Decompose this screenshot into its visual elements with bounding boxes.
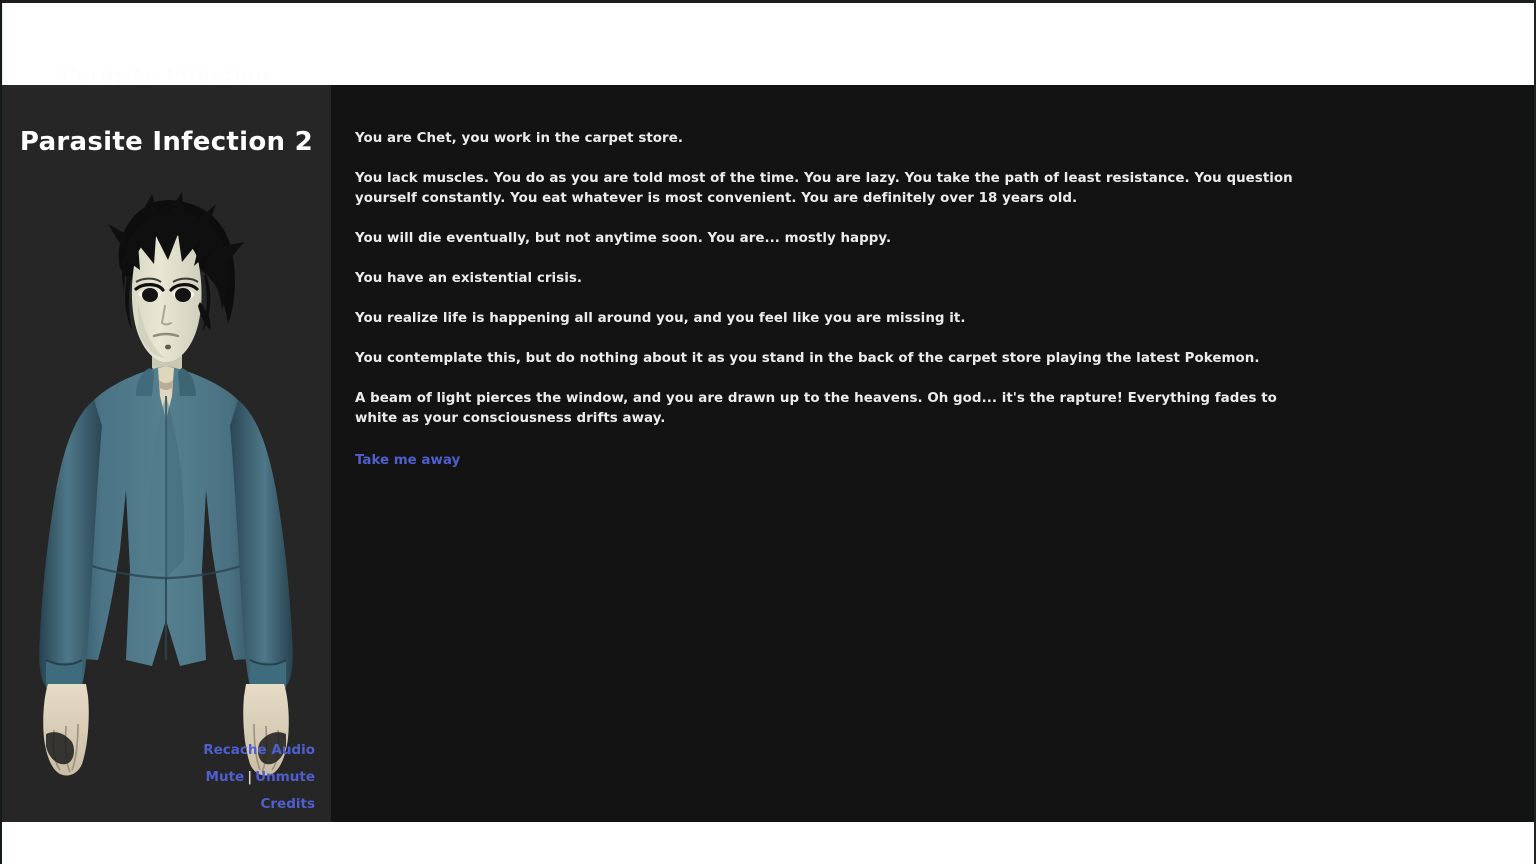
- story-paragraph: You will die eventually, but not anytime…: [355, 231, 892, 246]
- credits-link[interactable]: Credits: [260, 796, 315, 812]
- browser-page: Parasite Infection Parasite Infection 2: [0, 0, 1536, 864]
- story-paragraph: A beam of light pierces the window, and …: [355, 391, 1277, 426]
- take-me-away-choice-link[interactable]: Take me away: [355, 453, 460, 468]
- browser-header-area: Parasite Infection: [2, 3, 1534, 87]
- game-app-frame: Parasite Infection 2 Recache Audio Mute …: [2, 85, 1534, 822]
- recache-audio-row: Recache Audio: [203, 736, 315, 763]
- story-paragraph: You lack muscles. You do as you are told…: [355, 171, 1293, 206]
- story-paragraph: You have an existential crisis.: [355, 271, 583, 286]
- page-header-faint-title: Parasite Infection: [61, 63, 271, 87]
- unmute-link[interactable]: Unmute: [255, 769, 315, 785]
- mute-unmute-row: Mute | Unmute: [203, 763, 315, 790]
- story-paragraph: You contemplate this, but do nothing abo…: [355, 351, 1260, 366]
- link-separator: |: [247, 769, 253, 785]
- story-panel: You are Chet, you work in the carpet sto…: [331, 85, 1534, 822]
- story-paragraph: You realize life is happening all around…: [355, 311, 966, 326]
- page-bottom-area: [2, 822, 1534, 864]
- chet-character-portrait: [2, 190, 331, 815]
- sidebar-audio-links: Recache Audio Mute | Unmute Credits: [203, 736, 315, 817]
- sidebar: Parasite Infection 2 Recache Audio Mute …: [2, 85, 331, 822]
- page-title: Parasite Infection 2: [19, 127, 314, 157]
- credits-row: Credits: [203, 790, 315, 817]
- story-paragraph: You are Chet, you work in the carpet sto…: [355, 131, 683, 146]
- mute-link[interactable]: Mute: [206, 769, 245, 785]
- recache-audio-link[interactable]: Recache Audio: [203, 742, 315, 758]
